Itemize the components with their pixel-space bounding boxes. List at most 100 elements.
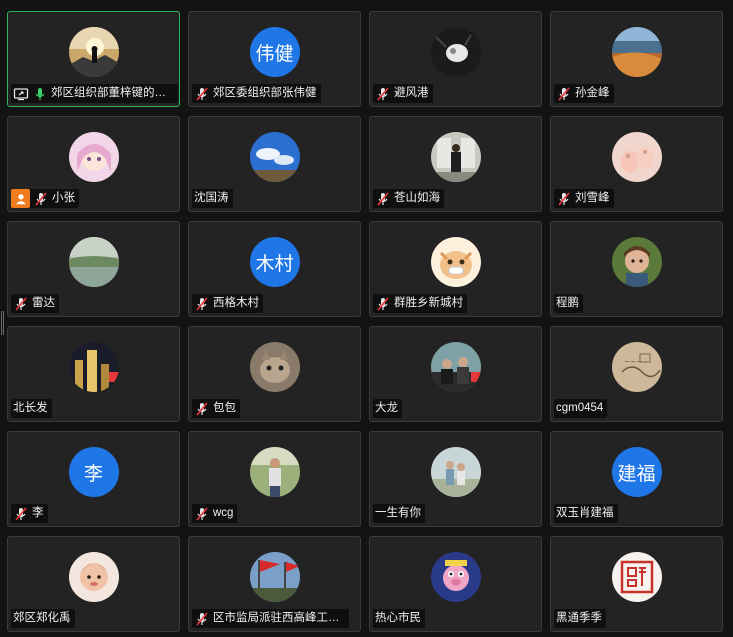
participant-tile[interactable]: 苍山如海 bbox=[369, 116, 542, 212]
participant-tile[interactable]: 雷达 bbox=[7, 221, 180, 317]
participant-tile[interactable]: 木村西格木村 bbox=[188, 221, 361, 317]
participant-name: 双玉肖建福 bbox=[556, 507, 614, 519]
avatar: ~~~ bbox=[611, 342, 662, 392]
avatar-initials: 木村 bbox=[249, 237, 300, 287]
avatar bbox=[249, 552, 300, 602]
participant-tile[interactable]: 包包 bbox=[188, 326, 361, 422]
mic-muted-icon bbox=[194, 296, 210, 312]
participant-tile[interactable]: 沈国涛 bbox=[188, 116, 361, 212]
participant-tile[interactable]: wcg bbox=[188, 431, 361, 527]
panel-resize-handle[interactable] bbox=[1, 311, 5, 335]
mic-muted-icon bbox=[375, 296, 391, 312]
participant-tile[interactable]: 建福 双玉肖建福 bbox=[550, 431, 723, 527]
participant-name: 黑通季季 bbox=[556, 612, 602, 624]
avatar bbox=[68, 342, 119, 392]
avatar bbox=[611, 27, 662, 77]
name-bar: 雷达 bbox=[11, 294, 59, 313]
name-bar: 西格木村 bbox=[192, 294, 263, 313]
name-bar: 避风港 bbox=[373, 84, 433, 103]
mic-muted-icon bbox=[13, 506, 29, 522]
mic-muted-icon bbox=[375, 86, 391, 102]
avatar-initials: 伟健 bbox=[249, 27, 300, 77]
participant-name: 刘雪峰 bbox=[575, 192, 610, 204]
participant-name: 雷达 bbox=[32, 297, 55, 309]
participant-name: 郊区郑化禹 bbox=[13, 612, 71, 624]
participant-tile[interactable]: 群胜乡新城村 bbox=[369, 221, 542, 317]
avatar bbox=[68, 132, 119, 182]
participant-tile[interactable]: 黑通季季 bbox=[550, 536, 723, 632]
participant-name: 一生有你 bbox=[375, 507, 421, 519]
mic-muted-icon bbox=[33, 191, 49, 207]
name-bar: 郊区组织部董梓键的屏幕共享 bbox=[11, 84, 178, 103]
participant-name: 热心市民 bbox=[375, 612, 421, 624]
name-bar: 黑通季季 bbox=[554, 609, 606, 628]
avatar bbox=[249, 447, 300, 497]
avatar bbox=[68, 237, 119, 287]
participant-tile[interactable]: 郊区郑化禹 bbox=[7, 536, 180, 632]
participant-name: 北长发 bbox=[13, 402, 48, 414]
mic-muted-icon bbox=[556, 86, 572, 102]
participant-tile[interactable]: 程鹏 bbox=[550, 221, 723, 317]
participant-name: 苍山如海 bbox=[394, 192, 440, 204]
avatar bbox=[611, 237, 662, 287]
avatar bbox=[430, 132, 481, 182]
mic-muted-icon bbox=[194, 611, 210, 627]
avatar bbox=[430, 342, 481, 392]
participant-name: wcg bbox=[213, 507, 234, 519]
host-badge-icon bbox=[11, 189, 30, 208]
participant-tile[interactable]: 避风港 bbox=[369, 11, 542, 107]
mic-muted-icon bbox=[13, 296, 29, 312]
mic-muted-icon bbox=[194, 506, 210, 522]
participant-tile[interactable]: 刘雪峰 bbox=[550, 116, 723, 212]
participant-name: 大龙 bbox=[375, 402, 398, 414]
mic-muted-icon bbox=[194, 401, 210, 417]
participant-name: 孙金峰 bbox=[575, 87, 610, 99]
participant-name: 群胜乡新城村 bbox=[394, 297, 463, 309]
participant-name: 程鹏 bbox=[556, 297, 579, 309]
participant-name: 郊区委组织部张伟健 bbox=[213, 87, 317, 99]
participant-name: 包包 bbox=[213, 402, 236, 414]
avatar bbox=[249, 342, 300, 392]
participant-grid: 郊区组织部董梓键的屏幕共享伟健郊区委组织部张伟健避风港孙金峰小张沈国涛苍山如海刘… bbox=[7, 11, 723, 632]
participant-tile[interactable]: 李李 bbox=[7, 431, 180, 527]
participant-tile[interactable]: 伟健郊区委组织部张伟健 bbox=[188, 11, 361, 107]
mic-muted-icon bbox=[375, 191, 391, 207]
avatar bbox=[430, 552, 481, 602]
avatar bbox=[611, 552, 662, 602]
name-bar: 包包 bbox=[192, 399, 240, 418]
participant-name: 西格木村 bbox=[213, 297, 259, 309]
name-bar: 热心市民 bbox=[373, 609, 425, 628]
participant-tile[interactable]: 一生有你 bbox=[369, 431, 542, 527]
participant-name: 区市监局派驻西高峰工作队队员 bbox=[213, 612, 345, 624]
name-bar: 郊区委组织部张伟健 bbox=[192, 84, 321, 103]
participant-tile[interactable]: 小张 bbox=[7, 116, 180, 212]
avatar bbox=[430, 27, 481, 77]
participant-name: 沈国涛 bbox=[194, 192, 229, 204]
participant-tile[interactable]: 热心市民 bbox=[369, 536, 542, 632]
participant-tile[interactable]: 大龙 bbox=[369, 326, 542, 422]
participant-tile[interactable]: 郊区组织部董梓键的屏幕共享 bbox=[7, 11, 180, 107]
participant-name: 小张 bbox=[52, 192, 75, 204]
participant-name: 李 bbox=[32, 507, 44, 519]
mic-muted-icon bbox=[194, 86, 210, 102]
avatar-initials: 李 bbox=[68, 447, 119, 497]
name-bar: 一生有你 bbox=[373, 504, 425, 523]
name-bar: 程鹏 bbox=[554, 294, 583, 313]
name-bar: 双玉肖建福 bbox=[554, 504, 618, 523]
participant-tile[interactable]: 北长发 bbox=[7, 326, 180, 422]
avatar bbox=[430, 447, 481, 497]
participant-tile[interactable]: ~~~ cgm0454 bbox=[550, 326, 723, 422]
participant-name: cgm0454 bbox=[556, 402, 604, 414]
avatar bbox=[249, 132, 300, 182]
name-bar: 北长发 bbox=[11, 399, 52, 418]
screen-share-icon bbox=[13, 86, 29, 102]
name-bar: 沈国涛 bbox=[192, 189, 233, 208]
svg-text:~~~: ~~~ bbox=[624, 358, 642, 366]
participant-tile[interactable]: 区市监局派驻西高峰工作队队员 bbox=[188, 536, 361, 632]
name-bar: 群胜乡新城村 bbox=[373, 294, 467, 313]
name-bar: 李 bbox=[11, 504, 48, 523]
participant-tile[interactable]: 孙金峰 bbox=[550, 11, 723, 107]
avatar bbox=[430, 237, 481, 287]
participant-name: 避风港 bbox=[394, 87, 429, 99]
mic-muted-icon bbox=[556, 191, 572, 207]
